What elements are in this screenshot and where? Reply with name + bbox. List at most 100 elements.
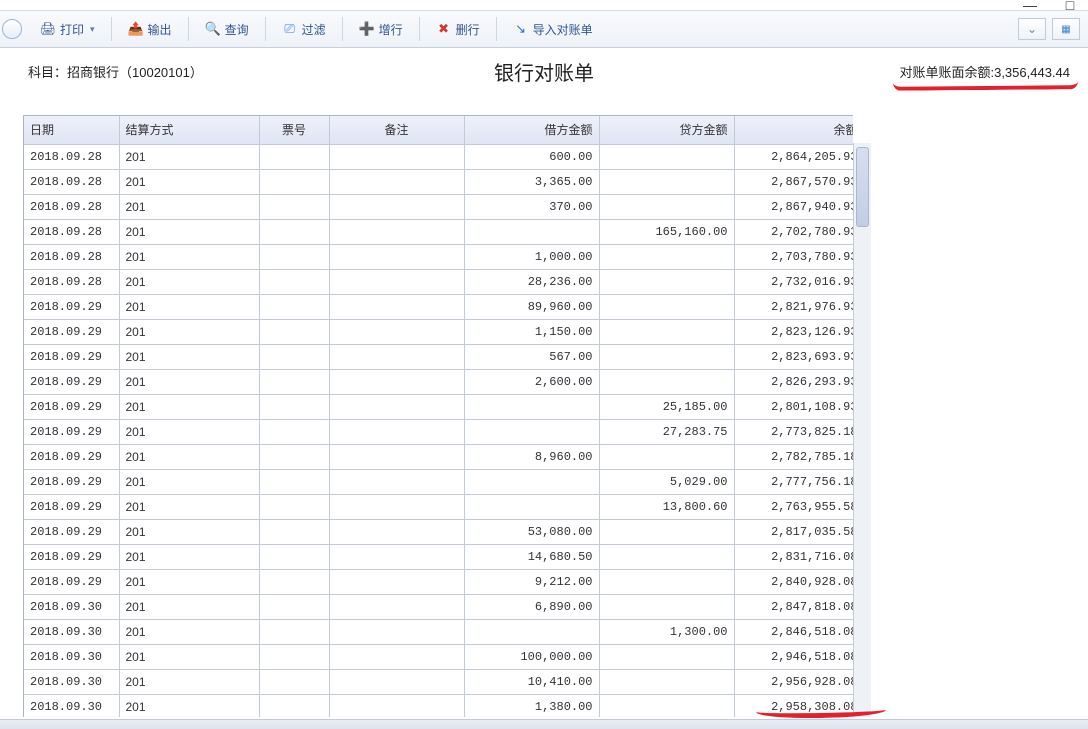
- table-row[interactable]: 2018.09.292012,600.002,826,293.93: [24, 369, 853, 394]
- cell-settle[interactable]: 201: [119, 444, 259, 469]
- cell-balance[interactable]: 2,847,818.08: [734, 594, 853, 619]
- cell-debit[interactable]: 1,380.00: [464, 694, 599, 717]
- cell-note[interactable]: [329, 319, 464, 344]
- cell-debit[interactable]: 14,680.50: [464, 544, 599, 569]
- cell-credit[interactable]: [599, 344, 734, 369]
- table-row[interactable]: 2018.09.292015,029.002,777,756.18: [24, 469, 853, 494]
- cell-date[interactable]: 2018.09.29: [24, 294, 119, 319]
- cell-credit[interactable]: 27,283.75: [599, 419, 734, 444]
- cell-bill[interactable]: [259, 569, 329, 594]
- cell-bill[interactable]: [259, 619, 329, 644]
- cell-date[interactable]: 2018.09.28: [24, 244, 119, 269]
- cell-note[interactable]: [329, 569, 464, 594]
- cell-balance[interactable]: 2,777,756.18: [734, 469, 853, 494]
- cell-balance[interactable]: 2,782,785.18: [734, 444, 853, 469]
- cell-settle[interactable]: 201: [119, 644, 259, 669]
- col-bill[interactable]: 票号: [259, 116, 329, 144]
- print-button[interactable]: 🖨 打印 ▾: [32, 18, 103, 41]
- cell-bill[interactable]: [259, 494, 329, 519]
- cell-note[interactable]: [329, 694, 464, 717]
- table-row[interactable]: 2018.09.292011,150.002,823,126.93: [24, 319, 853, 344]
- cell-note[interactable]: [329, 169, 464, 194]
- maximize-button[interactable]: □: [1064, 0, 1076, 11]
- cell-balance[interactable]: 2,956,928.08: [734, 669, 853, 694]
- cell-date[interactable]: 2018.09.30: [24, 694, 119, 717]
- cell-credit[interactable]: [599, 269, 734, 294]
- cell-debit[interactable]: [464, 619, 599, 644]
- cell-debit[interactable]: [464, 219, 599, 244]
- cell-note[interactable]: [329, 394, 464, 419]
- cell-debit[interactable]: 1,150.00: [464, 319, 599, 344]
- cell-date[interactable]: 2018.09.30: [24, 669, 119, 694]
- cell-date[interactable]: 2018.09.30: [24, 594, 119, 619]
- cell-bill[interactable]: [259, 269, 329, 294]
- cell-bill[interactable]: [259, 469, 329, 494]
- cell-bill[interactable]: [259, 194, 329, 219]
- cell-date[interactable]: 2018.09.28: [24, 144, 119, 169]
- cell-settle[interactable]: 201: [119, 244, 259, 269]
- cell-bill[interactable]: [259, 319, 329, 344]
- cell-bill[interactable]: [259, 144, 329, 169]
- cell-balance[interactable]: 2,763,955.58: [734, 494, 853, 519]
- cell-note[interactable]: [329, 219, 464, 244]
- cell-date[interactable]: 2018.09.29: [24, 419, 119, 444]
- cell-credit[interactable]: [599, 169, 734, 194]
- table-row[interactable]: 2018.09.292018,960.002,782,785.18: [24, 444, 853, 469]
- cell-debit[interactable]: 10,410.00: [464, 669, 599, 694]
- col-note[interactable]: 备注: [329, 116, 464, 144]
- cell-debit[interactable]: [464, 394, 599, 419]
- cell-credit[interactable]: [599, 694, 734, 717]
- cell-bill[interactable]: [259, 444, 329, 469]
- cell-balance[interactable]: 2,801,108.93: [734, 394, 853, 419]
- cell-note[interactable]: [329, 594, 464, 619]
- cell-settle[interactable]: 201: [119, 519, 259, 544]
- cell-date[interactable]: 2018.09.28: [24, 194, 119, 219]
- cell-date[interactable]: 2018.09.29: [24, 319, 119, 344]
- cell-credit[interactable]: [599, 594, 734, 619]
- cell-settle[interactable]: 201: [119, 544, 259, 569]
- cell-debit[interactable]: [464, 419, 599, 444]
- cell-balance[interactable]: 2,958,308.08: [734, 694, 853, 717]
- cell-credit[interactable]: [599, 294, 734, 319]
- cell-note[interactable]: [329, 519, 464, 544]
- cell-date[interactable]: 2018.09.30: [24, 619, 119, 644]
- cell-settle[interactable]: 201: [119, 669, 259, 694]
- cell-note[interactable]: [329, 444, 464, 469]
- table-row[interactable]: 2018.09.2920114,680.502,831,716.08: [24, 544, 853, 569]
- export-button[interactable]: 📤 输出: [120, 18, 180, 41]
- cell-note[interactable]: [329, 144, 464, 169]
- cell-date[interactable]: 2018.09.29: [24, 344, 119, 369]
- cell-bill[interactable]: [259, 669, 329, 694]
- cell-bill[interactable]: [259, 294, 329, 319]
- cell-credit[interactable]: [599, 194, 734, 219]
- cell-credit[interactable]: 165,160.00: [599, 219, 734, 244]
- cell-bill[interactable]: [259, 369, 329, 394]
- collapse-button[interactable]: ⌄: [1018, 18, 1046, 40]
- table-row[interactable]: 2018.09.2920113,800.602,763,955.58: [24, 494, 853, 519]
- cell-debit[interactable]: 1,000.00: [464, 244, 599, 269]
- table-row[interactable]: 2018.09.282011,000.002,703,780.93: [24, 244, 853, 269]
- cell-balance[interactable]: 2,867,570.93: [734, 169, 853, 194]
- minimize-button[interactable]: —: [1024, 0, 1036, 11]
- cell-debit[interactable]: 89,960.00: [464, 294, 599, 319]
- table-row[interactable]: 2018.09.282013,365.002,867,570.93: [24, 169, 853, 194]
- cell-debit[interactable]: 8,960.00: [464, 444, 599, 469]
- table-row[interactable]: 2018.09.28201370.002,867,940.93: [24, 194, 853, 219]
- cell-date[interactable]: 2018.09.28: [24, 169, 119, 194]
- cell-settle[interactable]: 201: [119, 619, 259, 644]
- cell-balance[interactable]: 2,846,518.08: [734, 619, 853, 644]
- cell-note[interactable]: [329, 194, 464, 219]
- cell-date[interactable]: 2018.09.29: [24, 519, 119, 544]
- cell-date[interactable]: 2018.09.28: [24, 269, 119, 294]
- cell-settle[interactable]: 201: [119, 694, 259, 717]
- cell-note[interactable]: [329, 669, 464, 694]
- nav-handle[interactable]: [8, 11, 26, 47]
- cell-debit[interactable]: 100,000.00: [464, 644, 599, 669]
- cell-credit[interactable]: 13,800.60: [599, 494, 734, 519]
- cell-debit[interactable]: 2,600.00: [464, 369, 599, 394]
- table-row[interactable]: 2018.09.2920127,283.752,773,825.18: [24, 419, 853, 444]
- table-row[interactable]: 2018.09.2920153,080.002,817,035.58: [24, 519, 853, 544]
- cell-date[interactable]: 2018.09.28: [24, 219, 119, 244]
- cell-note[interactable]: [329, 244, 464, 269]
- layout-button[interactable]: ▦: [1052, 18, 1080, 40]
